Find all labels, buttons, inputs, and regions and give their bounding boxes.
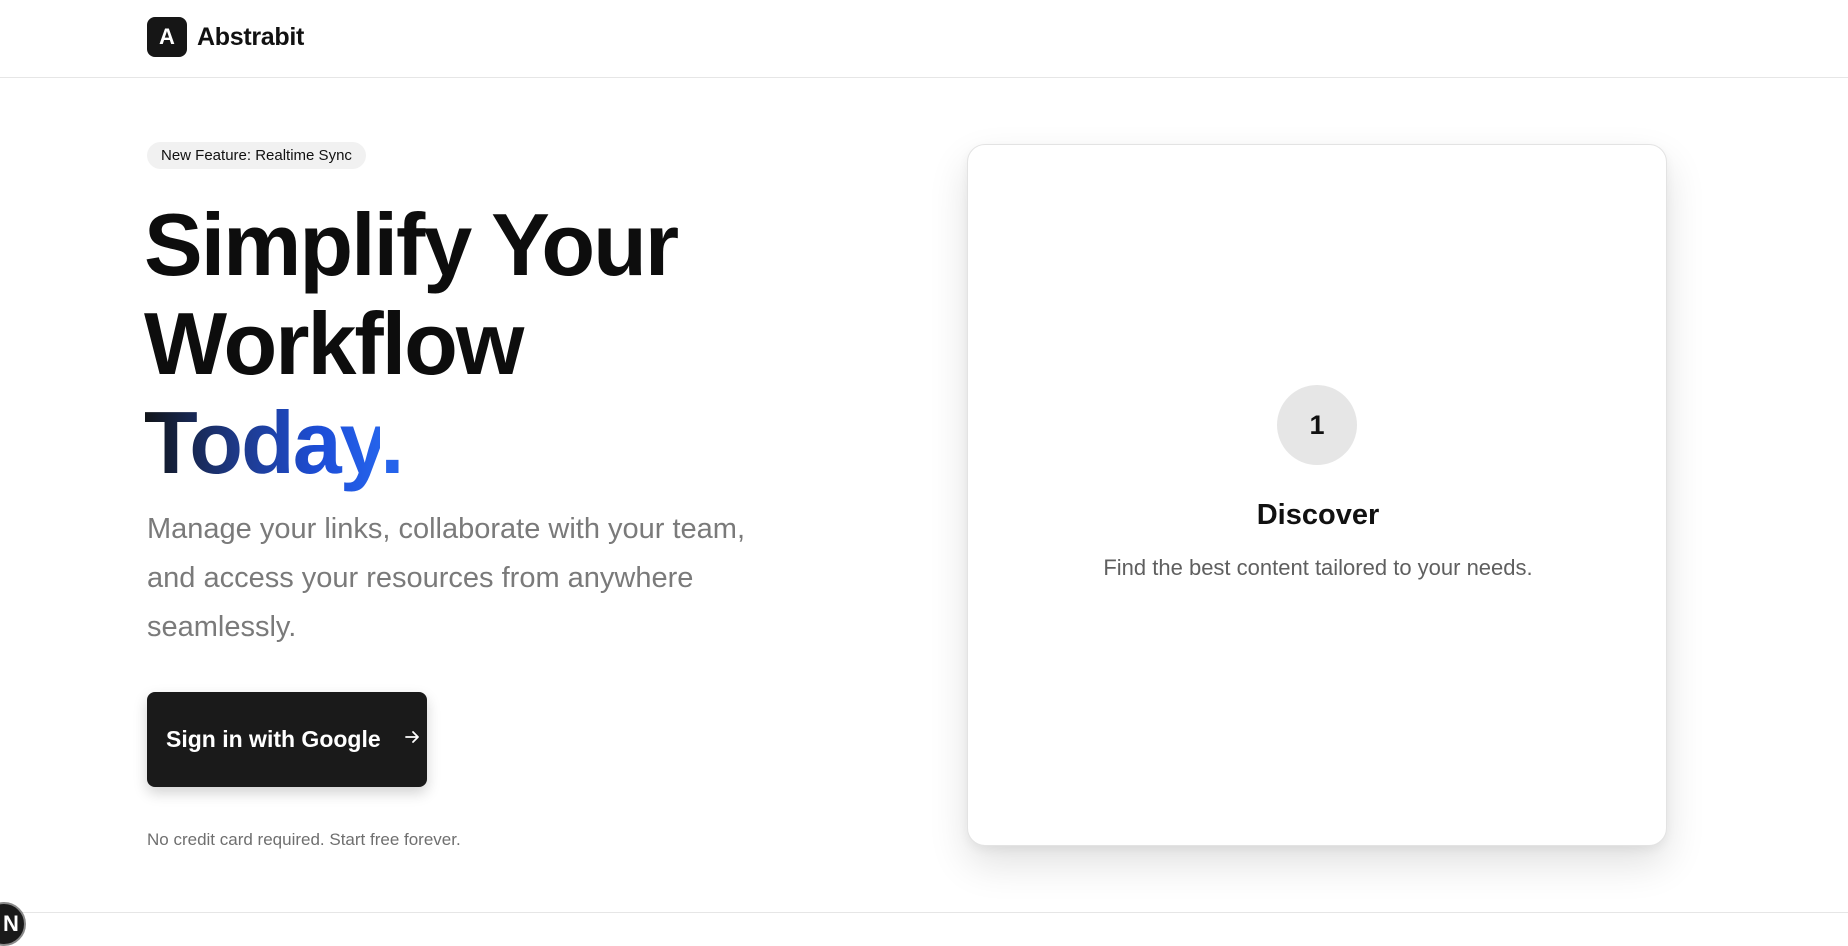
logo-icon: A: [147, 17, 187, 57]
sign-in-with-google-button[interactable]: Sign in with Google: [147, 692, 427, 787]
cta-label: Sign in with Google: [166, 726, 381, 752]
dev-tools-badge[interactable]: N: [0, 902, 26, 946]
feature-badge: New Feature: Realtime Sync: [147, 142, 366, 169]
feature-step-card: 1 Discover Find the best content tailore…: [967, 144, 1667, 846]
landing-page: A Abstrabit New Feature: Realtime Sync S…: [0, 0, 1848, 946]
site-header: A Abstrabit: [0, 0, 1848, 78]
hero-headline: Simplify Your Workflow Today.: [144, 195, 844, 492]
step-title: Discover: [1256, 499, 1380, 531]
headline-line-1: Simplify Your: [144, 195, 679, 294]
no-credit-card-note: No credit card required. Start free fore…: [147, 830, 461, 849]
brand-name: Abstrabit: [197, 22, 305, 51]
section-divider: [0, 912, 1848, 913]
step-description: Find the best content tailored to your n…: [1103, 555, 1533, 580]
brand-logo-link[interactable]: A Abstrabit: [147, 17, 304, 57]
headline-line-3: Today.: [144, 393, 844, 492]
headline-line-2: Workflow: [144, 294, 524, 393]
headline-accent-dot: .: [380, 393, 404, 492]
headline-accent-word: Today: [144, 393, 382, 492]
hero-subtitle: Manage your links, collaborate with your…: [147, 513, 746, 643]
step-number-badge: 1: [1277, 385, 1357, 465]
arrow-right-icon: [403, 728, 421, 752]
